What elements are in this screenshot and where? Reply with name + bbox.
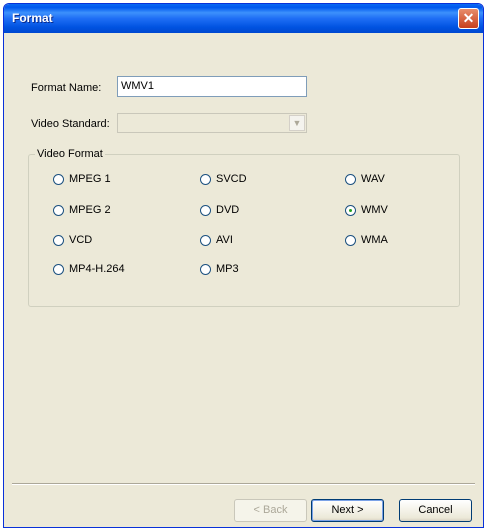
radio-button-checked-icon	[345, 204, 356, 216]
video-format-group: Video Format MPEG 1 MPEG 2 VCD MP4-H.264…	[28, 148, 460, 307]
radio-mp4-h264[interactable]: MP4-H.264	[53, 263, 125, 277]
radio-mp3[interactable]: MP3	[200, 263, 239, 277]
close-button[interactable]: ✕	[458, 8, 479, 29]
radio-avi[interactable]: AVI	[200, 234, 233, 248]
video-standard-label: Video Standard:	[31, 118, 110, 130]
radio-button-icon	[200, 204, 211, 216]
format-name-input[interactable]: WMV1	[117, 76, 307, 97]
cancel-button[interactable]: Cancel	[399, 499, 472, 522]
radio-button-icon	[200, 263, 211, 275]
video-format-group-title: Video Format	[35, 148, 105, 160]
title-bar[interactable]: Format ✕	[4, 4, 483, 33]
button-divider	[12, 483, 475, 485]
back-button[interactable]: < Back	[234, 499, 307, 522]
chevron-down-icon[interactable]: ▼	[289, 115, 305, 131]
radio-button-icon	[200, 173, 211, 185]
format-dialog: Format ✕ Format Name: WMV1 Video Standar…	[3, 3, 484, 528]
radio-wma[interactable]: WMA	[345, 234, 388, 248]
radio-button-icon	[53, 173, 64, 185]
close-icon: ✕	[462, 10, 475, 26]
format-name-label: Format Name:	[31, 82, 102, 94]
video-standard-select[interactable]: ▼	[117, 113, 307, 133]
radio-wmv[interactable]: WMV	[345, 204, 388, 218]
radio-mpeg2[interactable]: MPEG 2	[53, 204, 111, 218]
radio-button-icon	[53, 234, 64, 246]
dialog-body: Format Name: WMV1 Video Standard: ▼ Vide…	[4, 33, 483, 527]
radio-button-icon	[53, 204, 64, 216]
window-title: Format	[12, 11, 53, 25]
radio-button-icon	[53, 263, 64, 275]
radio-vcd[interactable]: VCD	[53, 234, 92, 248]
radio-mpeg1[interactable]: MPEG 1	[53, 173, 111, 187]
radio-dvd[interactable]: DVD	[200, 204, 239, 218]
next-button[interactable]: Next >	[311, 499, 384, 522]
radio-svcd[interactable]: SVCD	[200, 173, 247, 187]
radio-button-icon	[200, 234, 211, 246]
radio-wav[interactable]: WAV	[345, 173, 385, 187]
radio-button-icon	[345, 234, 356, 246]
radio-button-icon	[345, 173, 356, 185]
